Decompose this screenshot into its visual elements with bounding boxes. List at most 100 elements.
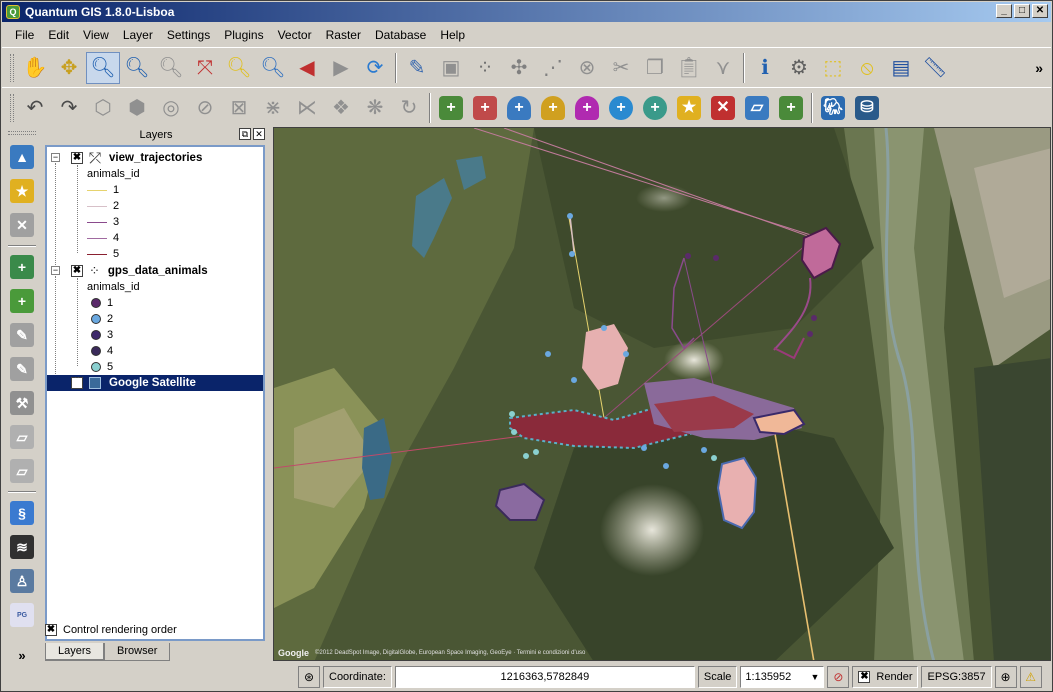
deselect-icon[interactable]: ⦸ (850, 52, 884, 84)
reshape-icon[interactable]: ⋇ (256, 92, 290, 124)
zoom-out-icon[interactable]: 🔍︎ (120, 52, 154, 84)
menu-plugins[interactable]: Plugins (217, 28, 270, 42)
crs-globe-icon[interactable]: ⊕ (994, 666, 1017, 688)
tab-browser[interactable]: Browser (104, 643, 171, 661)
layer-visibility-checkbox[interactable]: ✖ (71, 152, 83, 164)
zoom-in-icon[interactable]: 🔍︎ (86, 51, 120, 84)
scale-combo[interactable]: 1:135952 ▼ (740, 666, 825, 688)
menu-raster[interactable]: Raster (319, 28, 368, 42)
digitize-icon[interactable]: ✎ (6, 353, 38, 385)
remove-layer-icon[interactable]: ✕ (706, 92, 740, 124)
layer-row-google-satellite[interactable]: ✖ Google Satellite (47, 375, 263, 391)
undo-icon[interactable]: ↶ (18, 92, 52, 124)
add-feature-icon[interactable]: ⁘ (468, 52, 502, 84)
toolbar-grip[interactable] (10, 53, 14, 82)
epsg-indicator[interactable]: EPSG:3857 (921, 666, 992, 688)
collapse-icon[interactable]: − (51, 266, 60, 275)
db-manager-icon[interactable]: ⛁ (850, 92, 884, 124)
refresh-icon[interactable]: ⟳ (358, 52, 392, 84)
identify-icon[interactable]: ℹ (748, 52, 782, 84)
minimize-button[interactable]: _ (996, 4, 1012, 18)
close-button[interactable]: ✕ (1032, 4, 1048, 18)
stop-render-icon[interactable]: ⊘ (827, 666, 850, 688)
menu-edit[interactable]: Edit (41, 28, 76, 42)
toolbar-overflow-icon[interactable]: » (1035, 60, 1043, 76)
menu-layer[interactable]: Layer (116, 28, 160, 42)
add-mssql-layer-icon[interactable]: + (570, 92, 604, 124)
fill-ring-icon[interactable]: ◎ (154, 92, 188, 124)
add-raster-layer-icon[interactable]: + (468, 92, 502, 124)
add-wms-layer-icon[interactable]: + (604, 92, 638, 124)
toolbar-overflow-icon[interactable]: » (18, 648, 25, 663)
add-part-icon[interactable]: ⬢ (120, 92, 154, 124)
menu-database[interactable]: Database (368, 28, 433, 42)
new-shapefile-icon[interactable]: ▱ (740, 92, 774, 124)
toggle-extents-icon[interactable]: ⊛ (298, 666, 320, 688)
menu-help[interactable]: Help (433, 28, 472, 42)
collapse-icon[interactable]: − (51, 153, 60, 162)
wms-icon[interactable]: + (6, 251, 38, 283)
render-checkbox[interactable]: ✖ (858, 671, 871, 683)
new-spatialite-icon[interactable]: + (774, 92, 808, 124)
toolbar-grip[interactable] (8, 131, 36, 135)
measure-icon[interactable]: 📏︎ (918, 52, 952, 84)
warning-icon[interactable]: ⚠ (1019, 666, 1042, 688)
delete-ring-icon[interactable]: ⊘ (188, 92, 222, 124)
offset-curve-icon[interactable]: ⋉ (290, 92, 324, 124)
dna-icon[interactable]: § (6, 497, 38, 529)
redo-icon[interactable]: ↷ (52, 92, 86, 124)
zoom-next-icon[interactable]: ▶ (324, 52, 358, 84)
paste-features-icon[interactable]: 📋︎ (672, 52, 706, 84)
chevron-down-icon[interactable]: ▼ (810, 672, 819, 682)
attribute-table-icon[interactable]: ▤ (884, 52, 918, 84)
menu-file[interactable]: File (8, 28, 41, 42)
render-toggle[interactable]: ✖ Render (852, 666, 919, 688)
select-icon[interactable]: ⬚ (816, 52, 850, 84)
simplify-icon[interactable]: ⋎ (706, 52, 740, 84)
delete-selected-icon[interactable]: ⊗ (570, 52, 604, 84)
close-panel-icon[interactable]: ✕ (253, 128, 265, 140)
georef-icon[interactable]: ✎ (6, 319, 38, 351)
zoom-full-icon[interactable]: ⤧ (188, 52, 222, 84)
layers-stack-icon[interactable]: ≋ (6, 531, 38, 563)
toolbar-grip[interactable] (10, 93, 14, 122)
coordinate-field[interactable]: 1216363,5782849 (394, 666, 695, 688)
rendering-order-checkbox[interactable]: ✖ (45, 624, 57, 636)
zoom-selection-icon[interactable]: 🔍︎ (222, 52, 256, 84)
layer-visibility-checkbox[interactable]: ✖ (71, 265, 83, 277)
move-feature-icon[interactable]: ✣ (502, 52, 536, 84)
delete-part-icon[interactable]: ⊠ (222, 92, 256, 124)
add-vector-layer-icon[interactable]: + (434, 92, 468, 124)
add-spatialite-layer-icon[interactable]: + (536, 92, 570, 124)
control-rendering-order[interactable]: ✖ Control rendering order (45, 624, 177, 636)
add-postgis-layer-icon[interactable]: + (502, 92, 536, 124)
split-icon[interactable]: ▱ (6, 455, 38, 487)
layer-visibility-checkbox[interactable]: ✖ (71, 377, 83, 389)
openlayers-icon[interactable]: 🐘︎ (816, 92, 850, 124)
float-panel-icon[interactable]: ⧉ (239, 128, 251, 140)
add-wcs-layer-icon[interactable]: + (638, 92, 672, 124)
pan-icon[interactable]: ✋ (18, 52, 52, 84)
attribution-text[interactable]: ©2012 DeadSpot Image, DigitalGlobe, Euro… (315, 650, 585, 656)
zoom-last-icon[interactable]: ◀ (290, 52, 324, 84)
pan-to-selection-icon[interactable]: ✥ (52, 52, 86, 84)
layer-row-view-trajectories[interactable]: − ✖ ⤱ view_trajectories (49, 150, 202, 167)
remove-icon[interactable]: ✕ (6, 209, 38, 241)
zoom-actual-icon[interactable]: 🔍︎ (154, 52, 188, 84)
map-canvas[interactable]: Google ©2012 DeadSpot Image, DigitalGlob… (273, 127, 1051, 661)
add-vector-icon[interactable]: ▲ (6, 141, 38, 173)
split-features-icon[interactable]: ❖ (324, 92, 358, 124)
copy-features-icon[interactable]: ❐ (638, 52, 672, 84)
cut-features-icon[interactable]: ✂ (604, 52, 638, 84)
menu-vector[interactable]: Vector (271, 28, 319, 42)
save-edits-icon[interactable]: ▣ (434, 52, 468, 84)
add-raster-icon[interactable]: ★ (6, 175, 38, 207)
add-ring-icon[interactable]: ⬡ (86, 92, 120, 124)
zoom-layer-icon[interactable]: 🔍︎ (256, 52, 290, 84)
node-tool-icon[interactable]: ⋰ (536, 52, 570, 84)
hammer-icon[interactable]: ⚒ (6, 387, 38, 419)
tab-layers[interactable]: Layers (45, 643, 105, 661)
menu-view[interactable]: View (76, 28, 116, 42)
menu-settings[interactable]: Settings (160, 28, 217, 42)
action-icon[interactable]: ⚙ (782, 52, 816, 84)
